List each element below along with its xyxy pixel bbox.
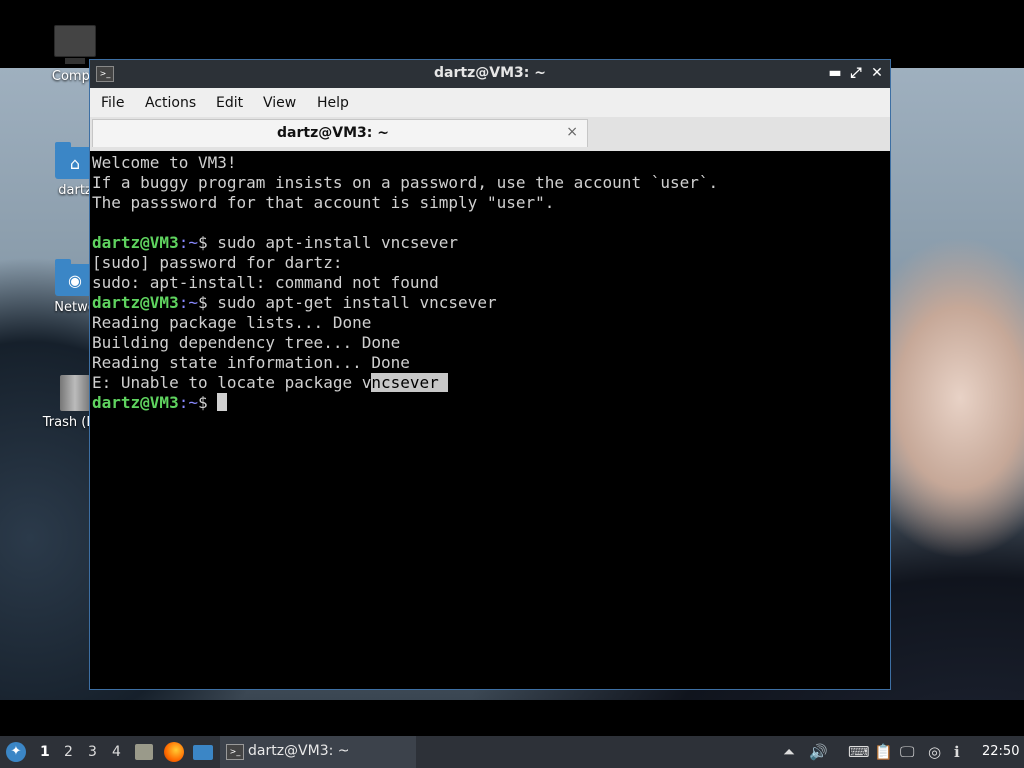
terminal-command-line: dartz@VM3:~$ sudo apt-get install vncsev…: [92, 293, 890, 313]
menu-actions[interactable]: Actions: [145, 95, 196, 111]
tab-label: dartz@VM3: ~: [277, 125, 389, 141]
menu-edit[interactable]: Edit: [216, 95, 243, 111]
taskbar-terminal-button[interactable]: >_ dartz@VM3: ~: [220, 736, 416, 768]
terminal-line: [sudo] password for dartz:: [92, 253, 343, 272]
terminal-line: The passsword for that account is simply…: [92, 193, 555, 212]
error-text: E: Unable to locate package v: [92, 373, 372, 392]
selected-text[interactable]: ncsever: [371, 373, 449, 392]
terminal-window: >_ dartz@VM3: ~ ▬ ⤢ ✕ File Actions Edit …: [89, 59, 891, 690]
prompt-symbol: $: [197, 233, 218, 252]
workspace-4[interactable]: 4: [112, 744, 121, 760]
terminal-app-icon: >_: [226, 744, 244, 760]
minimize-button[interactable]: ▬: [826, 64, 844, 82]
prompt-symbol: $: [197, 393, 218, 412]
computer-icon: [54, 25, 96, 64]
tab-bar: dartz@VM3: ~ ×: [90, 117, 890, 152]
prompt-path: :~: [178, 233, 198, 252]
terminal-error-line: E: Unable to locate package vncsever: [92, 373, 890, 393]
tab-close-icon[interactable]: ×: [566, 124, 578, 140]
taskbar: ✦ 1 2 3 4 >_ dartz@VM3: ~ ⏶ 🔊 ⌨ 📋 🖵 ◎ ℹ …: [0, 736, 1024, 768]
terminal-output[interactable]: Welcome to VM3! If a buggy program insis…: [90, 151, 890, 689]
menu-file[interactable]: File: [101, 95, 124, 111]
terminal-line: Building dependency tree... Done: [92, 333, 401, 352]
menu-help[interactable]: Help: [317, 95, 349, 111]
workspace-1[interactable]: 1: [40, 744, 50, 760]
terminal-active-prompt: dartz@VM3:~$: [92, 393, 890, 413]
menubar: File Actions Edit View Help: [90, 88, 890, 117]
prompt-path: :~: [178, 393, 198, 412]
command-text: sudo apt-install vncsever: [217, 233, 459, 252]
terminal-line: sudo: apt-install: command not found: [92, 273, 439, 292]
keyboard-icon[interactable]: ⌨: [848, 743, 870, 761]
prompt-symbol: $: [197, 293, 218, 312]
prompt-user: dartz@VM3: [92, 393, 179, 412]
task-label: dartz@VM3: ~: [248, 743, 350, 759]
maximize-button[interactable]: ⤢: [847, 64, 865, 82]
trash-icon: [60, 375, 90, 411]
volume-icon[interactable]: 🔊: [809, 743, 828, 761]
terminal-line: Reading state information... Done: [92, 353, 410, 372]
update-notifier-icon[interactable]: ℹ: [954, 743, 960, 761]
terminal-line: If a buggy program insists on a password…: [92, 173, 719, 192]
workspace-2[interactable]: 2: [64, 744, 73, 760]
prompt-path: :~: [178, 293, 198, 312]
window-titlebar[interactable]: >_ dartz@VM3: ~ ▬ ⤢ ✕: [90, 60, 890, 88]
prompt-user: dartz@VM3: [92, 233, 179, 252]
terminal-command-line: dartz@VM3:~$ sudo apt-install vncsever: [92, 233, 890, 253]
wallpaper-band: [0, 700, 1024, 736]
display-icon[interactable]: 🖵: [900, 743, 914, 761]
prompt-user: dartz@VM3: [92, 293, 179, 312]
text-cursor: [217, 393, 228, 411]
clock[interactable]: 22:50: [982, 744, 1019, 759]
close-button[interactable]: ✕: [868, 64, 886, 82]
workspace-3[interactable]: 3: [88, 744, 97, 760]
start-menu-icon[interactable]: ✦: [6, 742, 26, 762]
file-manager-icon[interactable]: [135, 744, 153, 760]
tray-arrow-icon[interactable]: ⏶: [783, 743, 795, 761]
clipboard-icon[interactable]: 📋: [874, 743, 893, 761]
window-title: dartz@VM3: ~: [434, 65, 546, 81]
firefox-icon[interactable]: [164, 742, 184, 762]
command-text: sudo apt-get install vncsever: [217, 293, 497, 312]
network-status-icon[interactable]: ◎: [928, 743, 941, 761]
terminal-line: Welcome to VM3!: [92, 153, 237, 172]
show-desktop-icon[interactable]: [193, 745, 213, 760]
terminal-line: Reading package lists... Done: [92, 313, 372, 332]
tab-terminal[interactable]: dartz@VM3: ~ ×: [92, 119, 588, 147]
menu-view[interactable]: View: [263, 95, 296, 111]
